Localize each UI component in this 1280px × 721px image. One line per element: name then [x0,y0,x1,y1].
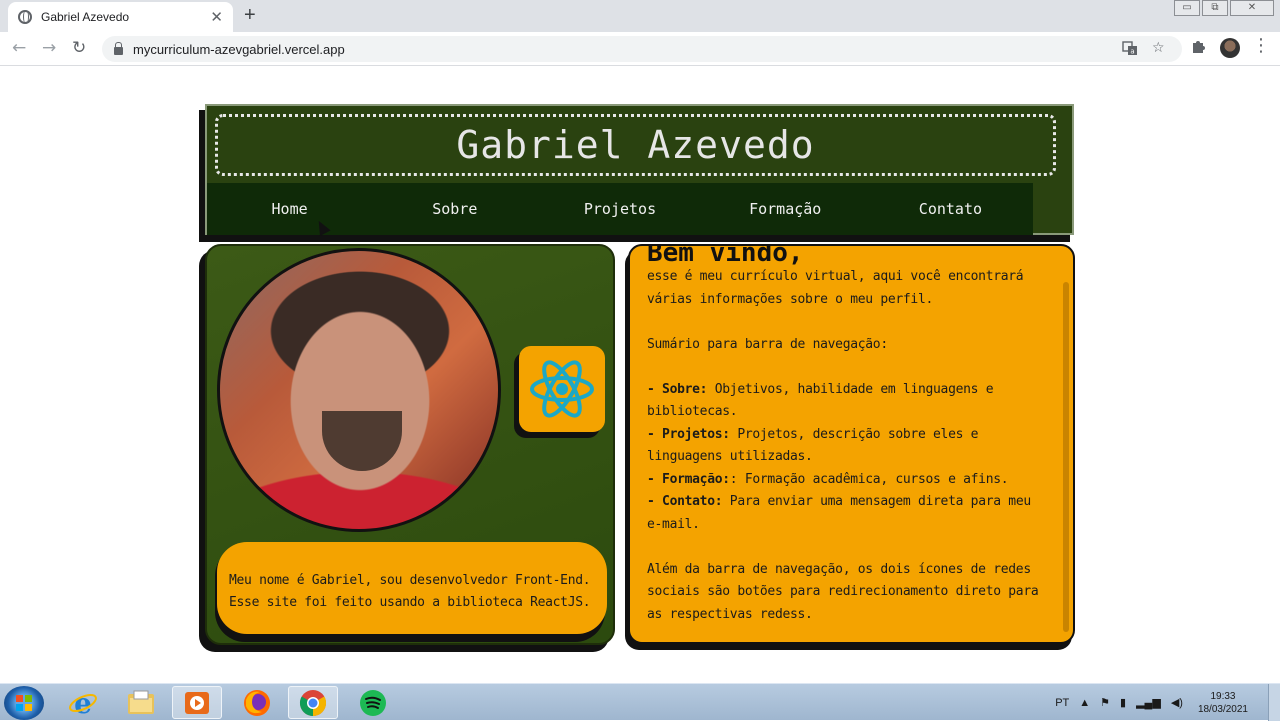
clock-time: 19:33 [1210,690,1236,702]
extensions-puzzle-icon[interactable] [1190,38,1206,58]
svg-text:a: a [1130,48,1134,56]
profile-card-body: Meu nome é Gabriel, sou desenvolvedor Fr… [205,244,615,645]
new-tab-button[interactable]: + [244,4,256,27]
svg-text:e: e [74,688,92,718]
signal-icon[interactable]: ▂▄▆ [1136,696,1161,709]
welcome-title: Bem vindo, [647,244,804,268]
profile-avatar[interactable] [1220,38,1240,58]
welcome-card: Bem vindo, esse é meu currículo virtual,… [625,244,1077,652]
lock-icon [114,41,123,55]
bookmark-star-icon[interactable]: ☆ [1152,40,1165,56]
nav-projetos[interactable]: Projetos [537,183,702,235]
nav-formacao[interactable]: Formação [703,183,868,235]
summary-line: - Formação:: Formação acadêmica, cursos … [647,471,1009,487]
url-text[interactable]: mycurriculum-azevgabriel.vercel.app [133,42,345,57]
translate-icon[interactable]: a [1122,40,1138,60]
taskbar: e PT ▲ ⚑ ▮ ▂▄▆ ◀) 19:33 18/03/2021 [0,683,1280,721]
system-tray: PT ▲ ⚑ ▮ ▂▄▆ ◀) 19:33 18/03/2021 [1050,684,1280,721]
site-title: Gabriel Azevedo [456,123,815,167]
footer-line: sociais são botões para redirecionamento… [647,584,1039,599]
tray-expand-icon[interactable]: ▲ [1079,697,1090,709]
windows-logo-icon [16,695,32,711]
show-desktop-button[interactable] [1268,684,1280,721]
more-menu-icon[interactable]: ⋮ [1252,35,1270,56]
minimize-button[interactable]: ▭ [1174,0,1200,16]
file-explorer-icon[interactable] [116,686,166,719]
volume-icon[interactable]: ◀) [1171,696,1183,709]
welcome-card-body[interactable]: Bem vindo, esse é meu currículo virtual,… [628,244,1075,644]
summary-line: - Contato: Para enviar uma mensagem dire… [647,494,1031,509]
bio-box: Meu nome é Gabriel, sou desenvolvedor Fr… [217,542,607,634]
summary-heading: Sumário para barra de navegação: [647,336,888,352]
tab-close-icon[interactable]: ✕ [210,8,223,26]
restore-button[interactable]: ⧉ [1202,0,1228,16]
footer-line: as respectivas redess. [647,606,813,622]
summary-line: - Sobre: Objetivos, habilidade em lingua… [647,381,994,397]
network-icon[interactable]: ▮ [1120,696,1126,709]
summary-line: - Projetos: Projetos, descrição sobre el… [647,426,979,442]
scrollbar[interactable] [1063,282,1069,632]
forward-button[interactable]: → [42,38,56,58]
chrome-icon[interactable] [288,686,338,719]
nav-sobre[interactable]: Sobre [372,183,537,235]
address-bar-row: ← → ↻ mycurriculum-azevgabriel.vercel.ap… [0,32,1280,66]
react-logo-icon [530,360,594,418]
profile-photo [217,248,501,532]
bio-line: Esse site foi feito usando a biblioteca … [229,595,591,610]
browser-tab-strip: Gabriel Azevedo ✕ + ▭ ⧉ ✕ [0,0,1280,32]
reload-button[interactable]: ↻ [72,38,86,58]
window-close-button[interactable]: ✕ [1230,0,1274,16]
action-center-icon[interactable]: ⚑ [1100,696,1110,709]
start-button[interactable] [4,686,44,720]
firefox-icon[interactable] [232,686,282,719]
react-badge[interactable] [519,346,605,432]
title-frame: Gabriel Azevedo [215,114,1056,176]
web-page: Gabriel Azevedo Home Sobre Projetos Form… [0,67,1280,683]
profile-card: Meu nome é Gabriel, sou desenvolvedor Fr… [199,244,615,652]
back-button[interactable]: ← [12,38,26,58]
globe-icon [18,10,32,24]
clock-date: 18/03/2021 [1197,703,1248,715]
language-indicator[interactable]: PT [1055,697,1069,709]
bio-line: Meu nome é Gabriel, sou desenvolvedor Fr… [229,573,591,588]
tab-title: Gabriel Azevedo [41,10,130,24]
footer-line: Além da barra de navegação, os dois ícon… [647,561,1031,577]
profile-photo-detail [322,411,402,471]
spotify-icon[interactable] [348,686,398,719]
media-player-icon[interactable] [172,686,222,719]
nav-contato[interactable]: Contato [868,183,1033,235]
site-header: Gabriel Azevedo Home Sobre Projetos Form… [199,104,1076,242]
nav-home[interactable]: Home [207,183,372,235]
clock[interactable]: 19:33 18/03/2021 [1198,690,1248,716]
internet-explorer-icon[interactable]: e [58,686,108,719]
summary-line: linguagens utilizadas. [647,449,813,464]
browser-tab[interactable]: Gabriel Azevedo ✕ [8,2,233,32]
intro-line: esse é meu currículo virtual, aqui você … [647,269,1024,284]
site-nav: Home Sobre Projetos Formação Contato [207,183,1033,235]
summary-line: bibliotecas. [647,404,738,419]
intro-line: várias informações sobre o meu perfil. [647,291,934,307]
header-box: Gabriel Azevedo Home Sobre Projetos Form… [205,104,1074,235]
summary-line: e-mail. [647,516,700,532]
window-controls: ▭ ⧉ ✕ [1174,0,1274,16]
omnibox[interactable]: mycurriculum-azevgabriel.vercel.app a ☆ [102,36,1182,62]
